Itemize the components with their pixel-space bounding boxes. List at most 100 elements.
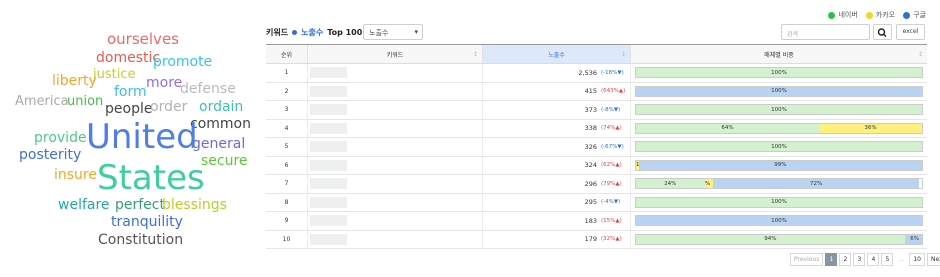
count-value: 2,536 — [578, 68, 597, 77]
google-dot-icon — [903, 11, 911, 19]
count-cell: 326 (-67%▼) — [483, 138, 631, 156]
media-ratio-bar: 100% — [635, 196, 923, 208]
count-change: (15%▲) — [601, 217, 622, 224]
rank-cell: 2 — [266, 82, 308, 100]
metric-select[interactable]: 노출수 ▾ — [363, 24, 423, 40]
naver-segment: 94% — [636, 234, 905, 244]
keyword-placeholder — [310, 178, 347, 190]
media-ratio-bar: 94% 6% — [635, 233, 923, 245]
column-label: 매체별 비중 — [764, 51, 794, 59]
count-change: (643%▲) — [601, 88, 626, 95]
keyword-title: 키워드 — [266, 27, 289, 37]
keyword-placeholder — [310, 141, 347, 153]
count-change: (-4%▼) — [601, 199, 621, 206]
table-row[interactable]: 10 179 (32%▲) 94% 6% — [266, 230, 927, 249]
page-button-3[interactable]: 3 — [853, 253, 866, 266]
column-header-keyword[interactable]: 키워드 ↕ — [308, 45, 483, 63]
rank-cell: 8 — [266, 193, 308, 211]
chevron-down-icon: ▾ — [414, 28, 418, 36]
column-label: 노출수 — [548, 51, 565, 59]
cloud-word: posterity — [19, 147, 82, 163]
media-ratio-bar: 24%3%72% — [635, 178, 923, 190]
media-ratio-cell: 100% — [631, 83, 927, 101]
count-value: 415 — [584, 87, 597, 96]
cloud-word: tranquility — [111, 214, 183, 230]
legend-label: 구글 — [913, 11, 926, 19]
excel-button[interactable]: excel — [896, 24, 925, 40]
keyword-placeholder — [310, 215, 347, 227]
legend-item-google: 구글 — [903, 10, 926, 20]
media-ratio-bar: 100% — [635, 141, 923, 153]
count-cell: 338 (74%▲) — [483, 119, 631, 137]
cloud-word: domestic — [96, 50, 161, 66]
legend-item-naver: 네이버 — [828, 10, 858, 20]
count-value: 373 — [584, 105, 597, 114]
count-cell: 296 (79%▲) — [483, 175, 631, 193]
legend-label: 네이버 — [838, 11, 858, 19]
rank-cell: 6 — [266, 156, 308, 174]
word-cloud: ourselves domestic promote justice liber… — [0, 0, 251, 277]
table-row[interactable]: 3 373 (-8%▼) 100% — [266, 101, 927, 120]
media-ratio-bar: 100% — [635, 104, 923, 116]
keyword-cell — [308, 101, 483, 119]
page-button-1[interactable]: 1 — [825, 253, 838, 266]
count-change: (-8%▼) — [601, 106, 621, 113]
keyword-placeholder — [310, 85, 347, 97]
table-row[interactable]: 8 295 (-4%▼) 100% — [266, 193, 927, 212]
table-row[interactable]: 7 296 (79%▲) 24%3%72% — [266, 175, 927, 194]
column-label: 키워드 — [386, 51, 404, 59]
table-row[interactable]: 4 338 (74%▲) 64% 36% — [266, 119, 927, 138]
keyword-cell — [308, 230, 483, 248]
media-ratio-cell: 64% 36% — [631, 120, 927, 138]
page-button-10[interactable]: 10 — [909, 253, 925, 266]
cloud-word: defense — [180, 81, 236, 97]
count-cell: 415 (643%▲) — [483, 82, 631, 100]
keyword-table: 순위 키워드 ↕ 노출수 ↕ 매체별 비중 ↕ 1 2,536 (-18%▼) 100% 2 4… — [266, 44, 927, 249]
search-placeholder: 검색 — [787, 31, 799, 38]
naver-dot-icon — [828, 11, 836, 19]
count-cell: 179 (32%▲) — [483, 230, 631, 248]
count-cell: 324 (62%▲) — [483, 156, 631, 174]
metric-title: 노출수 — [301, 27, 324, 37]
cloud-word: ordain — [199, 99, 244, 115]
page-button-5[interactable]: 5 — [881, 253, 894, 266]
count-value: 296 — [584, 179, 597, 188]
legend-item-kakao: 카카오 — [865, 10, 895, 20]
next-page-button[interactable]: Next — [927, 253, 940, 266]
page-button-2[interactable]: 2 — [839, 253, 852, 266]
column-header-rank[interactable]: 순위 — [266, 45, 308, 63]
cloud-word: liberty — [52, 73, 97, 89]
count-change: (74%▲) — [601, 125, 622, 132]
column-header-media-ratio[interactable]: 매체별 비중 ↕ — [631, 45, 927, 63]
search-input[interactable]: 검색 — [781, 24, 870, 40]
cloud-word: United — [86, 117, 198, 157]
table-row[interactable]: 5 326 (-67%▼) 100% — [266, 138, 927, 157]
table-row[interactable]: 9 183 (15%▲) 100% — [266, 212, 927, 231]
naver-segment: 100% — [636, 142, 922, 152]
cloud-word: insure — [54, 167, 97, 183]
previous-page-button[interactable]: Previous — [790, 253, 824, 266]
page-button-4[interactable]: 4 — [867, 253, 880, 266]
column-label: 순위 — [280, 51, 293, 59]
naver-segment: 100% — [636, 197, 922, 207]
google-segment: 99% — [638, 160, 922, 170]
keyword-cell — [308, 82, 483, 100]
naver-segment: 100% — [636, 68, 922, 78]
keyword-cell — [308, 64, 483, 82]
pagination: Previous 1 2 3 4 5 ... 10 Next — [790, 253, 940, 266]
sort-icon: ↕ — [620, 50, 626, 58]
rank-cell: 5 — [266, 138, 308, 156]
column-header-count[interactable]: 노출수 ↕ — [483, 45, 631, 63]
kakao-segment: 3% — [704, 179, 714, 189]
cloud-word: general — [192, 136, 246, 152]
cloud-word: America — [15, 94, 69, 109]
table-row[interactable]: 2 415 (643%▲) 100% — [266, 82, 927, 101]
search-icon — [877, 28, 887, 37]
search-button[interactable] — [873, 24, 892, 40]
table-row[interactable]: 1 2,536 (-18%▼) 100% — [266, 64, 927, 83]
sort-icon: ↕ — [917, 50, 923, 58]
table-row[interactable]: 6 324 (62%▲) 1 99% — [266, 156, 927, 175]
cloud-word: order — [150, 99, 188, 115]
metric-select-value: 노출수 — [369, 29, 389, 37]
kakao-segment: 36% — [819, 123, 922, 133]
